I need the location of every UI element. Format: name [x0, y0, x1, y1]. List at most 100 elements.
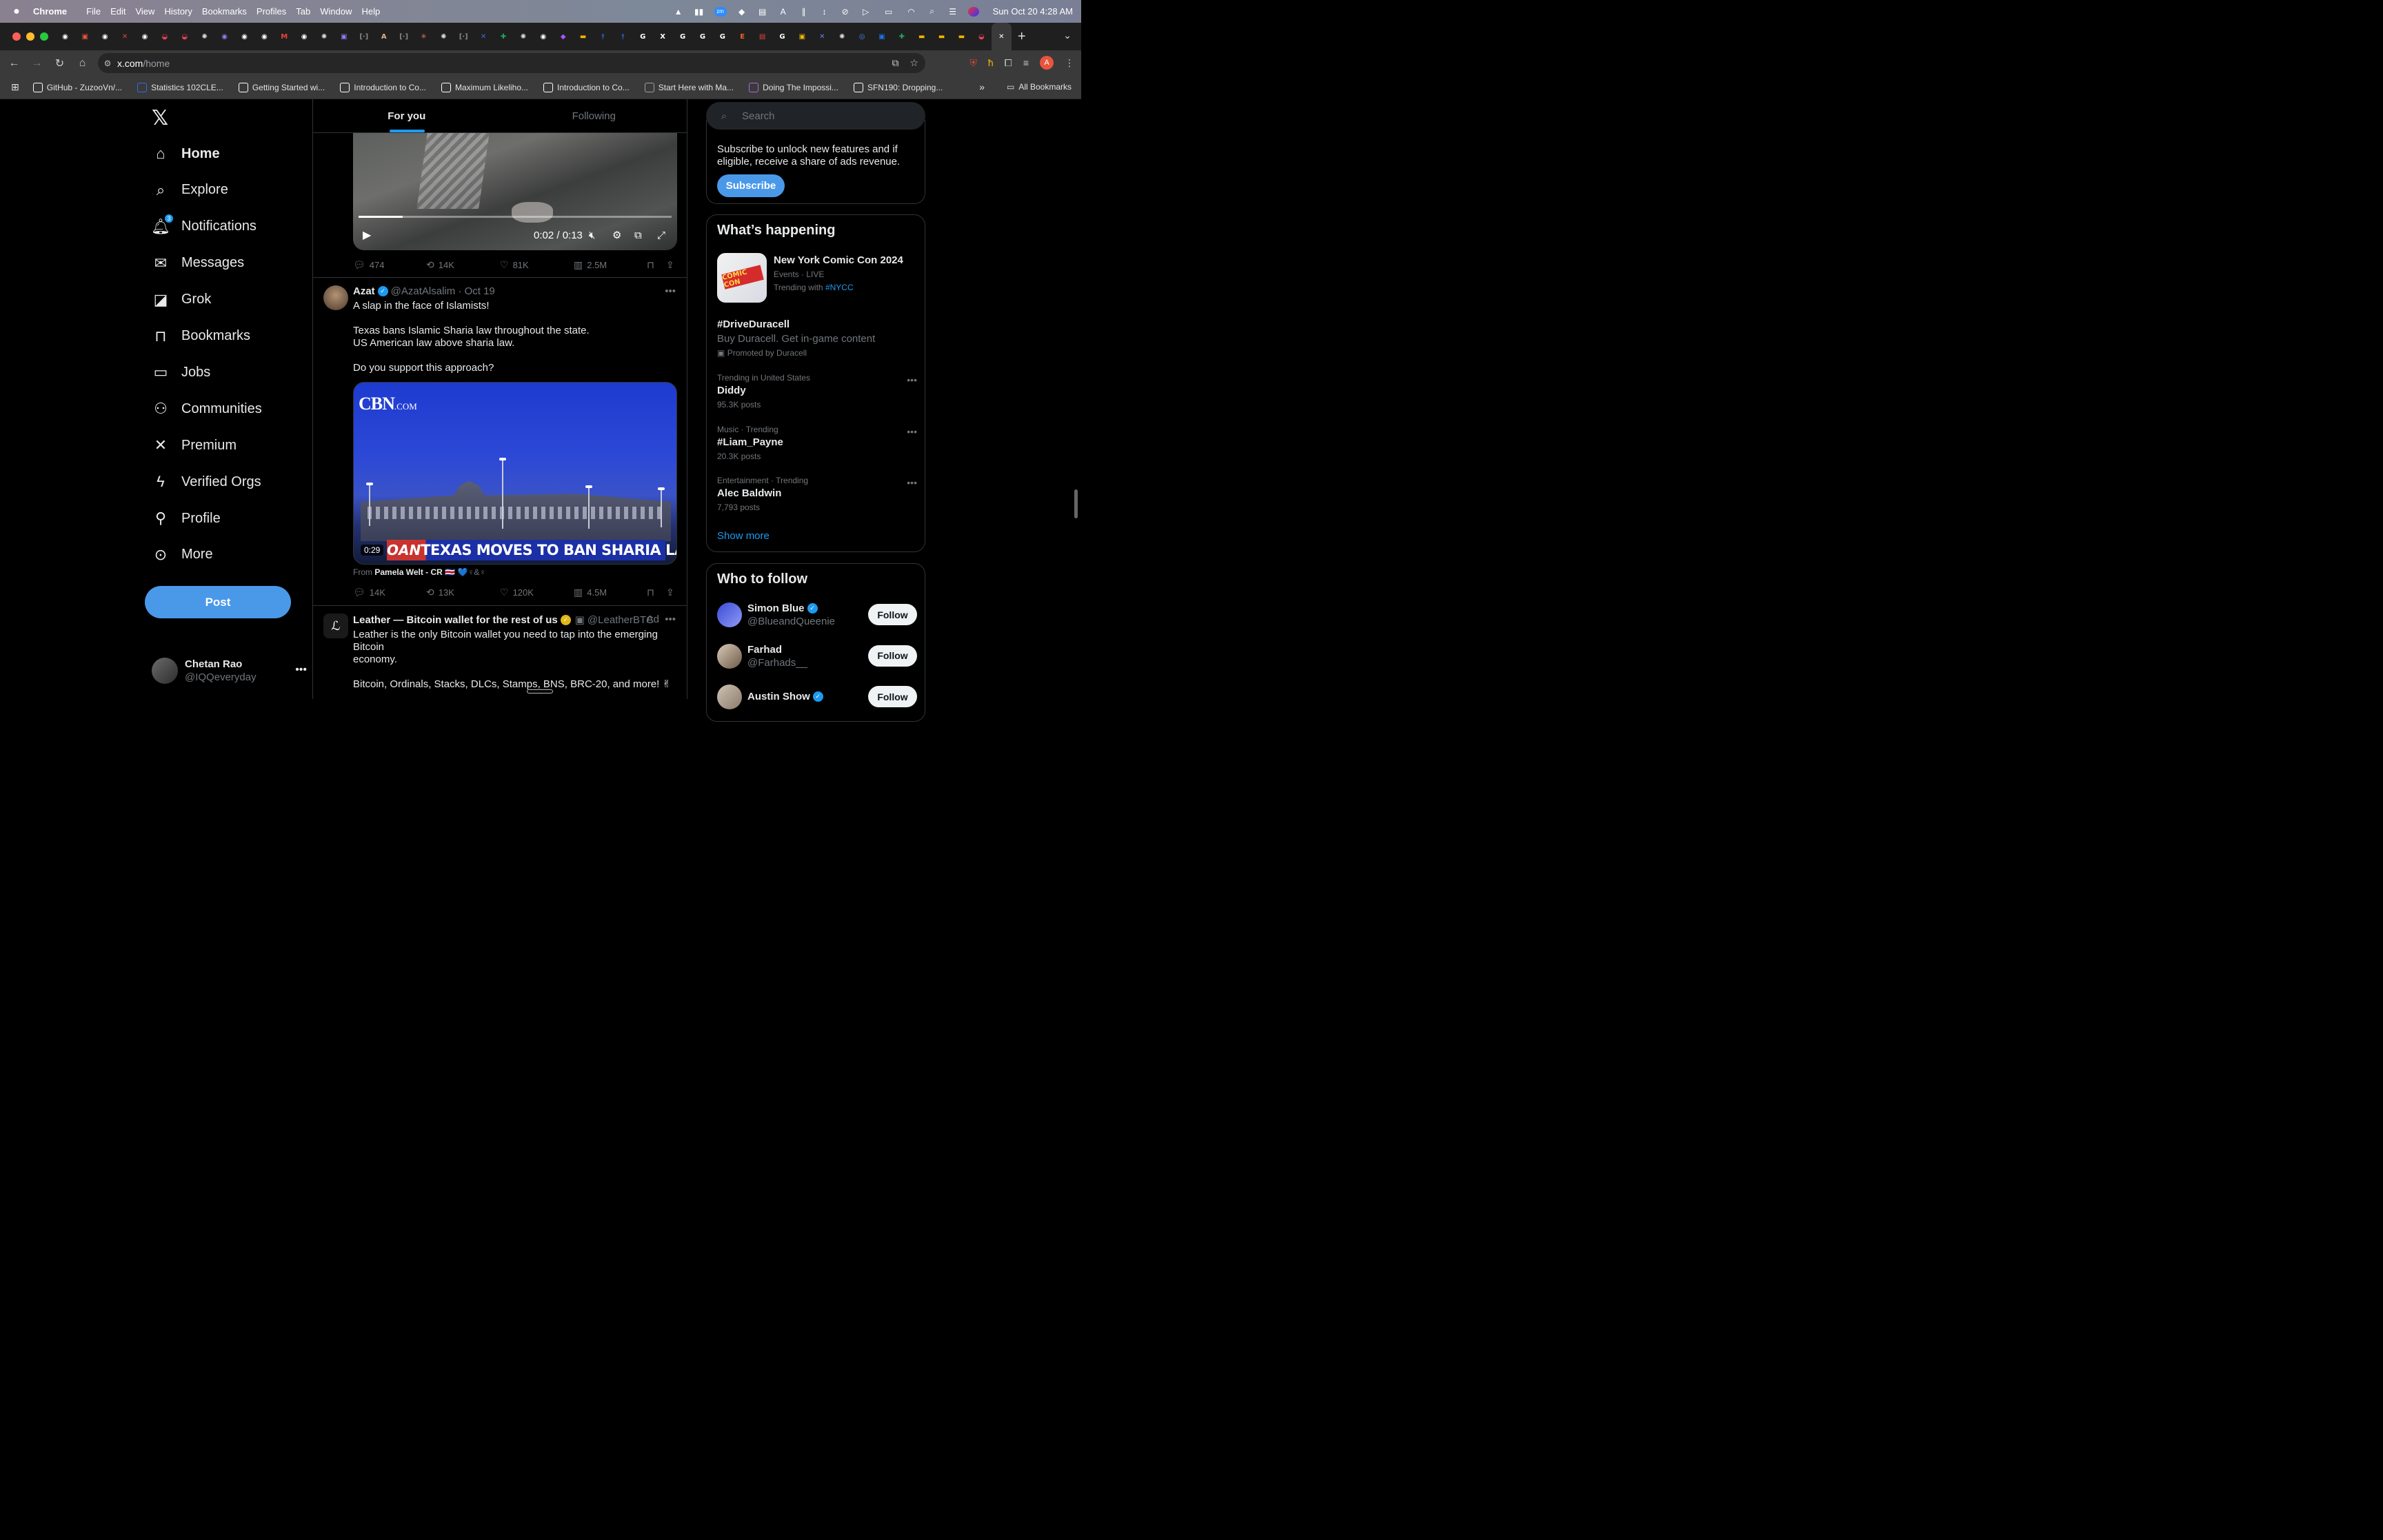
author-name[interactable]: Azat: [353, 285, 375, 297]
picture-in-picture-icon[interactable]: ⧉: [634, 230, 642, 241]
nav-item-home[interactable]: ⌂ Home: [152, 139, 219, 169]
post-button[interactable]: Post: [145, 586, 291, 618]
pinned-tab[interactable]: ▣: [792, 23, 812, 50]
source-name[interactable]: Pamela Welt - CR: [374, 567, 442, 577]
menu-clock[interactable]: Sun Oct 20 4:28 AM: [993, 6, 1073, 17]
site-info-icon[interactable]: ⚙: [98, 59, 117, 68]
pinned-tab[interactable]: ◉: [55, 23, 75, 50]
pinned-tab[interactable]: ✺: [434, 23, 454, 50]
home-icon[interactable]: ⌂: [71, 57, 94, 70]
repost-button[interactable]: ⟲ 14K: [426, 259, 454, 271]
x-logo-icon[interactable]: 𝕏: [152, 106, 172, 130]
audio-bars-icon[interactable]: ▮▮: [694, 7, 705, 17]
views-button[interactable]: ▥ 2.5M: [574, 259, 607, 271]
nav-item-jobs[interactable]: ▭ Jobs: [152, 357, 211, 387]
pinned-tab[interactable]: ◉: [254, 23, 274, 50]
pinned-tab[interactable]: ◉: [533, 23, 553, 50]
pinned-tab[interactable]: [·]: [454, 23, 474, 50]
pinned-tab[interactable]: ▬: [952, 23, 972, 50]
author-name[interactable]: Leather — Bitcoin wallet for the rest of…: [353, 614, 558, 626]
reply-button[interactable]: 💬︎ 14K: [353, 587, 385, 598]
more-horizontal-icon[interactable]: •••: [665, 285, 676, 297]
trend-promoted[interactable]: #DriveDuracell Buy Duracell. Get in-game…: [717, 318, 917, 358]
menu-profiles[interactable]: Profiles: [257, 6, 296, 17]
reading-list-icon[interactable]: ≡: [1023, 57, 1029, 68]
menu-help[interactable]: Help: [362, 6, 390, 17]
author-handle[interactable]: @AzatAlsalim · Oct 19: [391, 285, 495, 297]
page-scrollbar[interactable]: [1074, 489, 1078, 518]
pinned-tab[interactable]: ✕: [115, 23, 135, 50]
play-circle-icon[interactable]: ▷: [861, 7, 872, 17]
menu-history[interactable]: History: [164, 6, 201, 17]
pinned-tab[interactable]: ▬: [932, 23, 952, 50]
bookmark-item[interactable]: Start Here with Ma...: [644, 82, 734, 92]
more-horizontal-icon[interactable]: •••: [907, 477, 917, 488]
pinned-tab[interactable]: ◉: [234, 23, 254, 50]
trend-hashtag-link[interactable]: #NYCC: [825, 283, 854, 292]
nav-item-premium[interactable]: ✕ Premium: [152, 430, 237, 460]
bookmarks-overflow-icon[interactable]: »: [979, 81, 985, 92]
bookmark-item[interactable]: Getting Started wi...: [238, 82, 325, 92]
pinned-tab[interactable]: ▤: [752, 23, 772, 50]
avatar[interactable]: [717, 685, 742, 709]
clipboard-icon[interactable]: ▤: [757, 7, 768, 17]
video-player[interactable]: ▶ 0:02 / 0:13 🔇︎ ⚙ ⧉ ⤢: [353, 133, 677, 250]
bookmark-item[interactable]: Doing The Impossi...: [749, 82, 838, 92]
resize-icon[interactable]: ↕: [819, 7, 830, 17]
nav-item-messages[interactable]: ✉ Messages: [152, 248, 244, 278]
pinned-tab[interactable]: ◒: [174, 23, 194, 50]
pinned-tab[interactable]: ◉: [214, 23, 234, 50]
leather-logo-icon[interactable]: ℒ: [323, 614, 348, 638]
font-tool-icon[interactable]: A: [778, 7, 789, 17]
pinned-tab[interactable]: G: [772, 23, 792, 50]
nav-item-profile[interactable]: ⚲ Profile: [152, 503, 221, 534]
settings-gear-icon[interactable]: ⚙: [612, 229, 621, 241]
menu-view[interactable]: View: [135, 6, 164, 17]
nav-item-notifications[interactable]: 🔔︎ 3 Notifications: [151, 212, 257, 242]
search-input[interactable]: ⌕ Search: [706, 102, 925, 130]
pinned-tab[interactable]: ✺: [194, 23, 214, 50]
pinned-tab[interactable]: X: [653, 23, 673, 50]
pinned-tab[interactable]: ✕: [991, 23, 1012, 50]
control-center-icon[interactable]: ☰: [947, 7, 958, 17]
forward-icon[interactable]: →: [26, 57, 48, 70]
shield-extension-icon[interactable]: ⛨: [969, 57, 977, 69]
follow-suggestion[interactable]: Farhad @Farhads__ Follow: [717, 641, 917, 671]
zoom-icon[interactable]: zm: [714, 6, 727, 17]
tweet-video[interactable]: CBN.COM OAN TEXAS MOVES TO BAN SHARIA LA…: [353, 382, 677, 565]
pinned-tab[interactable]: ✺: [832, 23, 852, 50]
trend-item[interactable]: Trending in United States Diddy 95.3K post…: [717, 373, 917, 409]
pinned-tab[interactable]: ✺: [513, 23, 533, 50]
fullscreen-icon[interactable]: ⤢: [657, 230, 665, 241]
follow-suggestion[interactable]: Simon Blue ✓ @BlueandQueenie Follow: [717, 600, 917, 630]
bookmark-button[interactable]: ⊓: [647, 259, 654, 271]
extensions-puzzle-icon[interactable]: ⧠: [1005, 57, 1012, 69]
more-horizontal-icon[interactable]: •••: [295, 664, 307, 676]
pinned-tab[interactable]: ◒: [972, 23, 992, 50]
subscribe-button[interactable]: Subscribe: [717, 174, 785, 197]
tab-search-chevron-icon[interactable]: ⌄: [1063, 30, 1072, 41]
pinned-tab[interactable]: ◉: [294, 23, 314, 50]
pinned-tab[interactable]: A: [374, 23, 394, 50]
menu-window[interactable]: Window: [320, 6, 361, 17]
nav-item-verified-orgs[interactable]: ϟ Verified Orgs: [152, 467, 261, 497]
apple-menu-icon[interactable]: ●: [0, 6, 33, 18]
install-app-icon[interactable]: ⧉: [892, 57, 898, 69]
zoom-window-button[interactable]: [40, 32, 48, 41]
pinned-tab[interactable]: ▬: [573, 23, 593, 50]
trend-item[interactable]: Music · Trending #Liam_Payne 20.3K posts ••…: [717, 425, 917, 461]
nav-item-communities[interactable]: ⚇ Communities: [152, 394, 262, 424]
close-window-button[interactable]: [12, 32, 21, 41]
show-more-link[interactable]: Show more: [717, 530, 770, 542]
pinned-tab[interactable]: ▣: [872, 23, 892, 50]
pinned-tab[interactable]: E: [732, 23, 752, 50]
tab-for-you[interactable]: For you: [313, 99, 501, 132]
delta-icon[interactable]: ▲: [673, 7, 684, 17]
pinned-tab[interactable]: G: [633, 23, 653, 50]
address-url[interactable]: x.com/home: [117, 58, 170, 69]
like-button[interactable]: ♡ 81K: [500, 259, 529, 271]
like-button[interactable]: ♡ 120K: [500, 587, 534, 598]
avatar[interactable]: [323, 285, 348, 310]
block-icon[interactable]: ⊘: [840, 7, 851, 17]
pinned-tab[interactable]: ▬: [912, 23, 932, 50]
